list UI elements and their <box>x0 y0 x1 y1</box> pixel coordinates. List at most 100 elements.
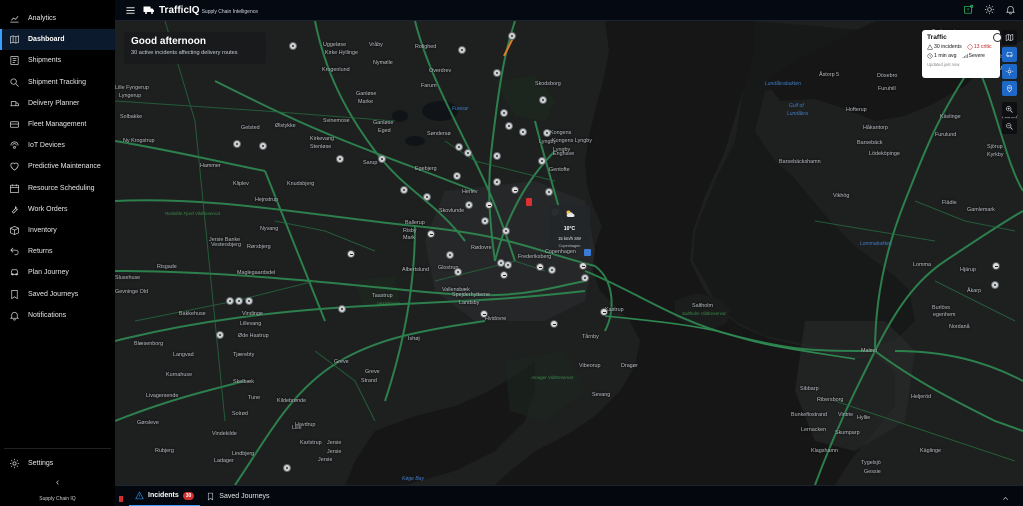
sidebar-item-inventory[interactable]: Inventory <box>0 220 115 241</box>
fuel-station-marker[interactable] <box>526 198 532 206</box>
water-label: Lommabukten <box>860 241 892 247</box>
incident-pin[interactable] <box>235 297 243 307</box>
traffic-layer-button[interactable] <box>1002 47 1017 62</box>
incident-pin[interactable] <box>545 188 553 198</box>
roadwork-marker[interactable] <box>992 262 1000 270</box>
bell-button[interactable] <box>1004 3 1017 16</box>
incident-pin[interactable] <box>233 140 241 150</box>
traffic-summary-panel[interactable]: Traffic 30 incidents 13 critic 1 min avg… <box>922 30 1002 78</box>
incident-pin[interactable] <box>465 201 473 211</box>
location-layer-button[interactable] <box>1002 81 1017 96</box>
sidebar-item-shipment-tracking[interactable]: Shipment Tracking <box>0 72 115 93</box>
sidebar-item-iot-devices[interactable]: IoT Devices <box>0 135 115 156</box>
incident-pin[interactable] <box>502 227 510 237</box>
sidebar-item-notifications[interactable]: Notifications <box>0 305 115 326</box>
place-label: Vråby <box>369 42 383 48</box>
place-label: Sevang <box>592 392 611 398</box>
place-label: Gentofte <box>549 167 570 173</box>
incident-pin[interactable] <box>289 42 297 52</box>
sidebar-item-label: Analytics <box>28 15 57 23</box>
incident-pin[interactable] <box>283 464 291 474</box>
incident-pin[interactable] <box>493 178 501 188</box>
hamburger-menu-button[interactable] <box>123 3 137 17</box>
incident-pin[interactable] <box>423 193 431 203</box>
sidebar-item-label: Shipments <box>28 57 62 65</box>
incident-pin[interactable] <box>336 155 344 165</box>
incident-pin[interactable] <box>226 297 234 307</box>
sidebar-item-dashboard[interactable]: Dashboard <box>0 29 115 51</box>
sidebar-item-work-orders[interactable]: Work Orders <box>0 199 115 220</box>
traffic-title: Traffic <box>927 34 947 41</box>
place-label: Langvad <box>173 352 194 358</box>
roadwork-marker[interactable] <box>579 262 587 270</box>
tab-saved-journeys[interactable]: Saved Journeys <box>200 486 275 506</box>
place-label: Copenhagen <box>545 249 576 255</box>
incident-pin[interactable] <box>446 251 454 261</box>
incident-pin[interactable] <box>454 268 462 278</box>
notifications-panel-button[interactable] <box>962 3 975 16</box>
average-delay-text: 1 min avg <box>934 53 957 59</box>
sidebar-item-shipments[interactable]: Shipments <box>0 50 115 71</box>
place-label: Sarup <box>363 160 378 166</box>
sidebar-item-fleet-management[interactable]: Fleet Management <box>0 114 115 135</box>
roadwork-marker[interactable] <box>536 263 544 271</box>
info-marker[interactable] <box>584 249 591 256</box>
sidebar-item-label: Inventory <box>28 226 57 234</box>
place-label: Mark <box>403 235 415 241</box>
zoom-out-button[interactable] <box>1002 119 1017 134</box>
roadwork-marker[interactable] <box>550 320 558 328</box>
zoom-in-button[interactable] <box>1002 102 1017 117</box>
incident-pin[interactable] <box>464 149 472 159</box>
sidebar-item-analytics[interactable]: Analytics <box>0 8 115 29</box>
tab-incidents[interactable]: Incidents 30 <box>129 486 201 506</box>
incident-pin[interactable] <box>548 266 556 276</box>
map-layers-button[interactable] <box>1002 30 1017 45</box>
incident-pin[interactable] <box>539 96 547 106</box>
sidebar-item-saved-journeys[interactable]: Saved Journeys <box>0 283 115 304</box>
close-traffic-panel-button[interactable] <box>993 33 1002 42</box>
incident-pin[interactable] <box>493 69 501 79</box>
incident-pin[interactable] <box>481 217 489 227</box>
roadwork-marker[interactable] <box>347 250 355 258</box>
sidebar-item-resource-scheduling[interactable]: Resource Scheduling <box>0 178 115 199</box>
weather-layer-button[interactable] <box>1002 64 1017 79</box>
incident-pin[interactable] <box>453 172 461 182</box>
theme-toggle-button[interactable] <box>983 3 996 16</box>
incident-pin[interactable] <box>378 155 386 165</box>
roadwork-marker[interactable] <box>600 308 608 316</box>
incident-pin[interactable] <box>458 46 466 56</box>
collapse-sidebar-button[interactable]: ‹ <box>0 474 115 492</box>
incident-pin[interactable] <box>991 281 999 291</box>
incident-pin[interactable] <box>216 331 224 341</box>
roadwork-marker[interactable] <box>427 230 435 238</box>
place-label: Hvidovre <box>485 316 507 322</box>
weather-card[interactable]: 10°C 15 km/h SW Copenhagen <box>549 205 590 248</box>
incident-pin[interactable] <box>500 109 508 119</box>
roadwork-marker[interactable] <box>500 271 508 279</box>
sidebar-item-returns[interactable]: Returns <box>0 241 115 262</box>
place-label: Gevninge Old <box>115 289 148 295</box>
incident-pin[interactable] <box>519 128 527 138</box>
incident-pin[interactable] <box>338 305 346 315</box>
roadwork-marker[interactable] <box>480 310 488 318</box>
incident-pin[interactable] <box>543 129 551 139</box>
expand-panel-button[interactable] <box>1001 490 1011 500</box>
incident-pin[interactable] <box>400 186 408 196</box>
sidebar-item-predictive-maintenance[interactable]: Predictive Maintenance <box>0 156 115 177</box>
sidebar-item-settings[interactable]: Settings <box>0 453 115 474</box>
place-label: Ny Krogstrup <box>123 138 155 144</box>
incident-pin[interactable] <box>259 142 267 152</box>
roadwork-marker[interactable] <box>485 201 493 209</box>
sidebar-item-delivery-planner[interactable]: Delivery Planner <box>0 93 115 114</box>
incident-pin[interactable] <box>504 261 512 271</box>
incident-pin[interactable] <box>455 143 463 153</box>
incident-pin[interactable] <box>581 274 589 284</box>
incident-pin[interactable] <box>538 157 546 167</box>
incident-pin[interactable] <box>508 32 516 42</box>
incident-pin[interactable] <box>493 152 501 162</box>
sidebar-item-plan-journey[interactable]: Plan Journey <box>0 262 115 283</box>
map-canvas[interactable]: Uggeløse Kirke Hyllinge Vråby Nymølle Krogen… <box>115 21 1023 485</box>
roadwork-marker[interactable] <box>511 186 519 194</box>
incident-pin[interactable] <box>505 122 513 132</box>
incident-pin[interactable] <box>245 297 253 307</box>
